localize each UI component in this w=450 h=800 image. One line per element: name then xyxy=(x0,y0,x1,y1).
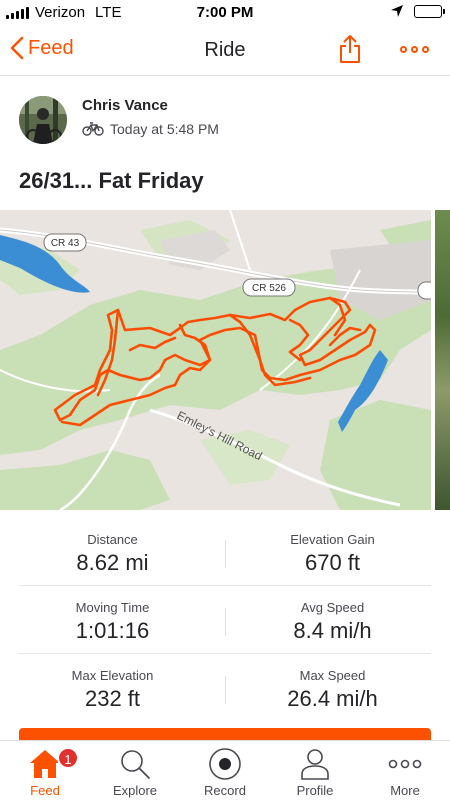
activity-photo-thumbnail[interactable] xyxy=(435,210,450,510)
record-icon xyxy=(209,748,241,780)
stat-value: 26.4 mi/h xyxy=(287,686,378,711)
stat-label: Moving Time xyxy=(75,600,150,615)
map-canvas: CR 43 CR 526 Emley's Hill Road xyxy=(0,210,431,510)
status-bar: Verizon LTE 7:00 PM xyxy=(0,0,450,26)
stat-label: Distance xyxy=(87,532,138,547)
road-label-cr43: CR 43 xyxy=(43,233,87,252)
status-right xyxy=(390,4,445,18)
stat-label: Elevation Gain xyxy=(290,532,375,547)
bike-icon xyxy=(82,122,104,136)
more-dot-icon xyxy=(400,46,407,53)
athlete-name[interactable]: Chris Vance xyxy=(82,97,168,114)
stats-row: Moving Time 1:01:16 Avg Speed 8.4 mi/h xyxy=(0,586,450,654)
more-dot-icon xyxy=(422,46,429,53)
location-arrow-icon xyxy=(391,5,403,17)
tab-bar: 1 Feed Explore Record Profile More xyxy=(0,740,450,800)
tab-label: More xyxy=(390,783,420,798)
share-button[interactable] xyxy=(338,34,362,69)
stat-label: Max Speed xyxy=(299,668,366,683)
road-label-partial xyxy=(417,281,431,300)
tab-label: Profile xyxy=(296,783,334,798)
avatar[interactable] xyxy=(19,96,67,144)
battery-icon xyxy=(414,4,445,18)
tab-label: Feed xyxy=(30,783,60,798)
page-title: Ride xyxy=(204,39,246,61)
profile-icon xyxy=(301,749,329,780)
route-map[interactable]: CR 43 CR 526 Emley's Hill Road xyxy=(0,210,431,510)
tab-feed[interactable]: 1 Feed xyxy=(0,741,90,800)
stats-row: Max Elevation 232 ft Max Speed 26.4 mi/h xyxy=(0,654,450,722)
stat-max-elevation: Max Elevation 232 ft xyxy=(0,668,225,712)
tab-record[interactable]: Record xyxy=(180,741,270,800)
stat-elevation-gain: Elevation Gain 670 ft xyxy=(220,532,445,576)
nav-bar: Feed Ride xyxy=(0,26,450,76)
tab-label: Explore xyxy=(112,783,158,798)
stats-row: Distance 8.62 mi Elevation Gain 670 ft xyxy=(0,518,450,586)
stat-value: 8.62 mi xyxy=(76,550,149,575)
tab-label: Record xyxy=(204,783,246,798)
stat-max-speed: Max Speed 26.4 mi/h xyxy=(220,668,445,712)
tab-profile[interactable]: Profile xyxy=(270,741,360,800)
activity-title: 26/31... Fat Friday xyxy=(19,168,204,193)
svg-text:CR 43: CR 43 xyxy=(51,238,80,249)
stat-value: 1:01:16 xyxy=(75,618,150,643)
stat-value: 670 ft xyxy=(304,550,361,575)
share-icon xyxy=(340,35,360,63)
svg-text:CR 526: CR 526 xyxy=(252,283,286,294)
status-time: 7:00 PM xyxy=(196,4,254,21)
activity-meta: Today at 5:48 PM xyxy=(82,121,219,137)
stat-label: Max Elevation xyxy=(71,668,154,683)
stat-value: 8.4 mi/h xyxy=(293,618,372,643)
stat-value: 232 ft xyxy=(84,686,141,711)
stat-label: Avg Speed xyxy=(300,600,365,615)
stat-avg-speed: Avg Speed 8.4 mi/h xyxy=(220,600,445,644)
stat-moving-time: Moving Time 1:01:16 xyxy=(0,600,225,644)
more-dot-icon xyxy=(411,46,418,53)
tab-explore[interactable]: Explore xyxy=(90,741,180,800)
search-icon xyxy=(121,750,150,779)
avatar-image xyxy=(19,96,67,144)
road-label-cr526: CR 526 xyxy=(242,278,296,297)
tab-more[interactable]: More xyxy=(360,741,450,800)
more-options-button[interactable] xyxy=(400,46,429,53)
activity-timestamp: Today at 5:48 PM xyxy=(110,121,219,137)
stat-distance: Distance 8.62 mi xyxy=(0,532,225,576)
more-icon xyxy=(388,759,422,769)
notification-badge: 1 xyxy=(57,747,79,769)
stats-panel: Distance 8.62 mi Elevation Gain 670 ft M… xyxy=(0,518,450,722)
athlete-header: Chris Vance Today at 5:48 PM xyxy=(19,96,439,146)
